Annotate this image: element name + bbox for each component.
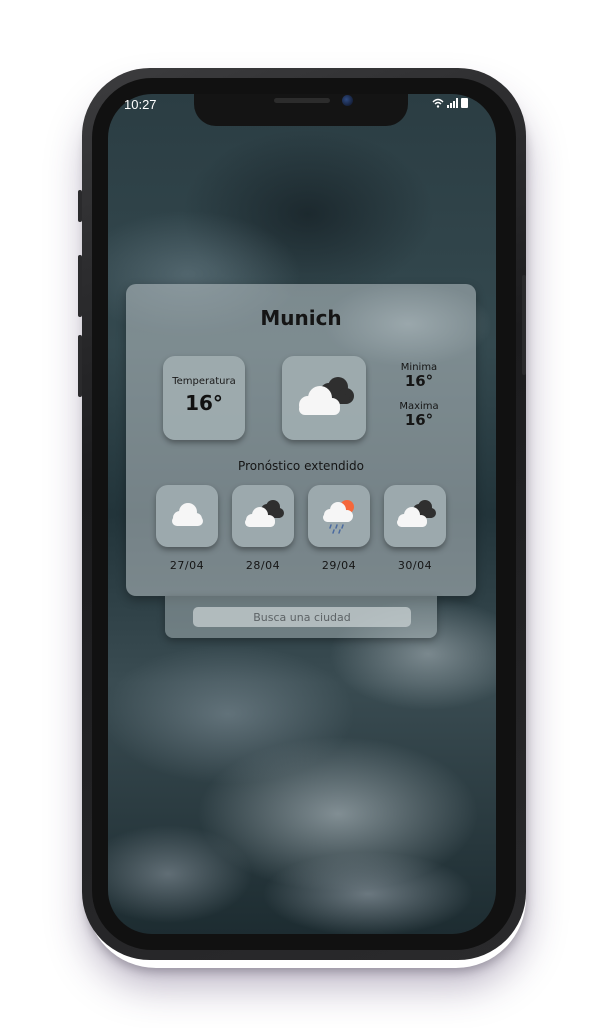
- temperature-value: 16°: [185, 391, 223, 415]
- volume-down-button: [78, 335, 82, 397]
- wifi-icon: [432, 98, 444, 108]
- search-panel: [165, 596, 437, 638]
- cloud-icon: [172, 503, 203, 526]
- status-time: 10:27: [124, 97, 157, 112]
- max-temperature: Maxima 16°: [392, 401, 446, 428]
- weather-card: Munich Temperatura 16° Minima 16° Maxima…: [126, 284, 476, 596]
- sun-rain-icon: [323, 500, 354, 534]
- forecast-tile-day-1: [156, 485, 218, 547]
- speaker: [274, 98, 330, 103]
- signal-icon: [447, 98, 458, 108]
- max-value: 16°: [404, 411, 434, 429]
- cloudy-icon: [245, 500, 284, 527]
- forecast-tile-day-4: [384, 485, 446, 547]
- forecast-date-day-4: 30/04: [397, 559, 433, 572]
- cloudy-icon: [299, 377, 354, 415]
- mute-switch: [78, 190, 82, 222]
- forecast-date-day-1: 27/04: [169, 559, 205, 572]
- forecast-title: Pronóstico extendido: [238, 459, 364, 473]
- forecast-tile-day-2: [232, 485, 294, 547]
- front-camera: [342, 95, 353, 106]
- battery-icon: [461, 98, 468, 108]
- min-temperature: Minima 16°: [392, 362, 446, 389]
- status-icons: [432, 98, 468, 108]
- volume-up-button: [78, 255, 82, 317]
- power-button: [522, 275, 526, 375]
- city-name: Munich: [260, 306, 342, 330]
- min-value: 16°: [404, 372, 434, 390]
- forecast-date-day-2: 28/04: [245, 559, 281, 572]
- current-weather-tile: [282, 356, 366, 440]
- forecast-tile-day-3: [308, 485, 370, 547]
- forecast-date-day-3: 29/04: [321, 559, 357, 572]
- temperature-tile: Temperatura 16°: [163, 356, 245, 440]
- temperature-label: Temperatura: [172, 376, 236, 387]
- city-search-input[interactable]: [193, 607, 411, 627]
- cloudy-icon: [397, 500, 436, 527]
